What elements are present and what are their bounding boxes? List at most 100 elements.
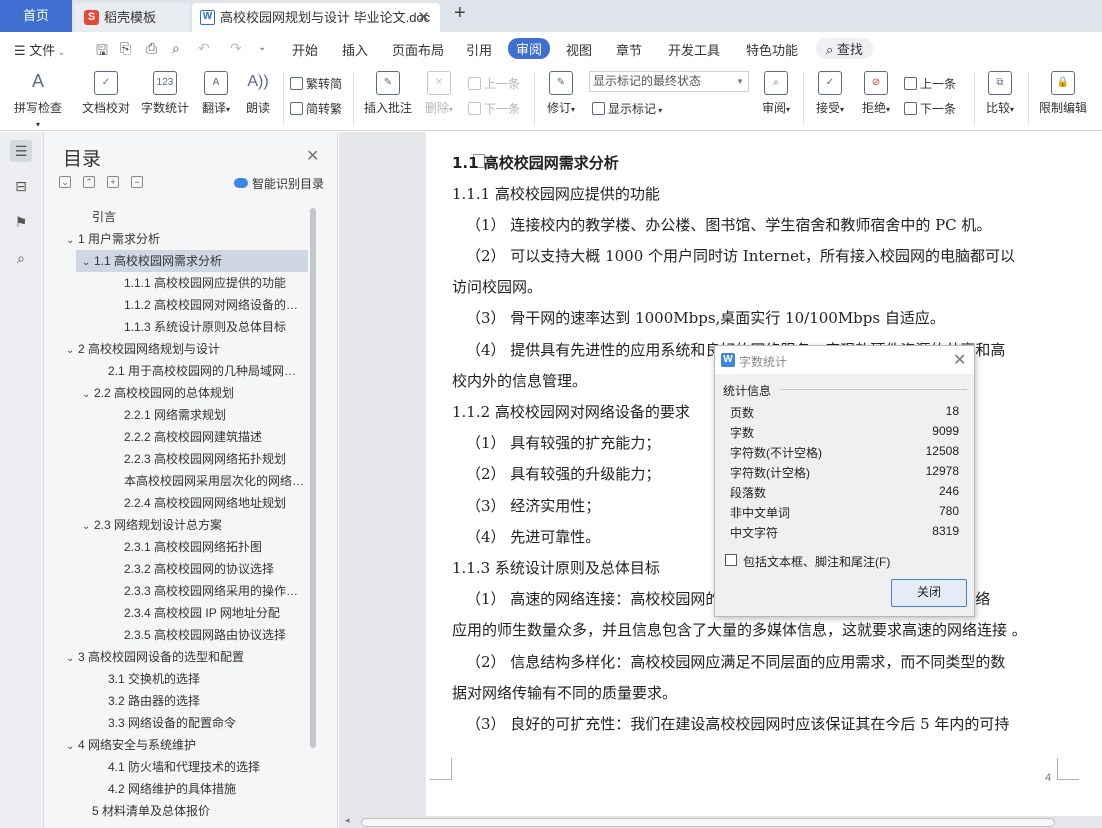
smart-toc-button[interactable]: 智能识别目录	[234, 175, 324, 192]
prev-change-button[interactable]: 上一条	[904, 75, 956, 92]
doc-proof-button[interactable]: ✓ 文档校对	[80, 71, 132, 116]
scrollbar-thumb[interactable]	[361, 818, 1055, 827]
tab-home[interactable]: 首页	[0, 0, 72, 32]
read-aloud-button[interactable]: A)) 朗读	[243, 71, 273, 116]
file-menu[interactable]: ☰ 文件 ⌄	[14, 40, 65, 59]
tab-template[interactable]: S 稻壳模板	[74, 3, 190, 32]
toc-item[interactable]: 1.1.2 高校校园网对网络设备的要求	[44, 294, 308, 316]
tab-close-icon[interactable]: ✕	[417, 3, 430, 32]
menu-start[interactable]: 开始	[292, 40, 318, 59]
menu-page-layout[interactable]: 页面布局	[392, 40, 444, 59]
toc-item[interactable]: ⌄ 2.2 高校校园网的总体规划	[44, 382, 308, 404]
collapse-icon[interactable]: ⌄	[59, 176, 71, 188]
markup-mode-select[interactable]: 显示标记的最终状态 ▼	[589, 71, 749, 92]
simp-to-trad-button[interactable]: 简转繁	[290, 100, 342, 117]
insert-comment-button[interactable]: ✎ 插入批注	[362, 71, 414, 116]
toc-item[interactable]: 2.2.3 高校校园网网络拓扑规划	[44, 448, 308, 470]
search-icon[interactable]: ⌕	[10, 247, 32, 269]
toc-item[interactable]: ⌄ 1 用户需求分析	[44, 228, 308, 250]
toc-item[interactable]: 2.2.4 高校校园网网络地址规划	[44, 492, 308, 514]
dialog-titlebar[interactable]: W 字数统计 ✕	[715, 346, 974, 374]
bookmark-icon[interactable]: ⚑	[10, 211, 32, 233]
add-heading-icon[interactable]: +	[107, 176, 119, 188]
menu-insert[interactable]: 插入	[342, 40, 368, 59]
toc-item[interactable]: 引言	[44, 206, 308, 228]
toc-panel-icon[interactable]: ☰	[10, 140, 32, 162]
menu-review[interactable]: 审阅	[508, 38, 551, 59]
next-change-button[interactable]: 下一条	[904, 100, 956, 117]
chevron-down-icon[interactable]: ⌄	[82, 516, 94, 536]
redo-icon[interactable]: ↷	[230, 40, 242, 57]
translate-button[interactable]: A 翻译▾	[198, 71, 234, 116]
toc-item[interactable]: 1.1.3 系统设计原则及总体目标	[44, 316, 308, 338]
stat-value: 780	[938, 504, 959, 518]
restrict-edit-button[interactable]: 🔒 限制编辑	[1036, 71, 1090, 116]
customize-dropdown-icon[interactable]: ⌄	[258, 42, 266, 53]
next-comment-button[interactable]: 下一条	[468, 100, 520, 117]
save-icon[interactable]: 🖫	[96, 40, 108, 64]
toc-item[interactable]: 3.1 交换机的选择	[44, 668, 308, 690]
scroll-left-icon[interactable]: ◂	[345, 815, 350, 826]
remove-heading-icon[interactable]: −	[131, 176, 143, 188]
chevron-down-icon[interactable]: ⌄	[66, 230, 78, 250]
toc-item[interactable]: 3.3 网络设备的配置命令	[44, 712, 308, 734]
new-tab-button[interactable]: +	[454, 2, 466, 25]
chevron-down-icon[interactable]: ⌄	[66, 340, 78, 360]
toc-item[interactable]: 本高校校园网采用层次化的网络拓扑结构	[44, 470, 308, 492]
export-pdf-icon[interactable]: ⎘	[120, 40, 131, 57]
include-notes-checkbox[interactable]	[725, 554, 737, 566]
tab-document[interactable]: W 高校校园网规划与设计 毕业论文.doc ✕	[192, 3, 440, 32]
word-count-button[interactable]: 123 字数统计	[140, 71, 190, 116]
horizontal-scrollbar[interactable]: ◂	[339, 815, 1102, 828]
close-icon[interactable]: ✕	[953, 350, 966, 370]
accept-button[interactable]: ✓ 接受▾	[812, 71, 848, 116]
undo-icon[interactable]: ↶	[198, 40, 210, 57]
stat-label: 字数	[730, 426, 755, 440]
print-preview-icon[interactable]: ⌕	[172, 40, 180, 57]
toc-item[interactable]: 3.2 路由器的选择	[44, 690, 308, 712]
toc-item[interactable]: ⌄ 2.3 网络规划设计总方案	[44, 514, 308, 536]
search-box[interactable]: ⌕ 查找	[816, 38, 873, 59]
compare-button[interactable]: ⧉ 比较▾	[982, 71, 1018, 116]
toc-item[interactable]: 2.2.1 网络需求规划	[44, 404, 308, 426]
toc-item[interactable]: 2.2.2 高校校园网建筑描述	[44, 426, 308, 448]
toc-item[interactable]: 4.2 网络维护的具体措施	[44, 778, 308, 800]
reject-button[interactable]: ⊘ 拒绝▾	[858, 71, 894, 116]
print-icon[interactable]: ⎙	[146, 40, 157, 57]
toc-item[interactable]: ⌄ 2 高校校园网络规划与设计	[44, 338, 308, 360]
menu-features[interactable]: 特色功能	[746, 40, 798, 59]
chevron-down-icon[interactable]: ⌄	[66, 736, 78, 756]
chevron-down-icon[interactable]: ⌄	[66, 648, 78, 668]
toc-item[interactable]: 2.3.1 高校校园网络拓扑图	[44, 536, 308, 558]
toc-item[interactable]: ⌄ 3 高校校园网设备的选型和配置	[44, 646, 308, 668]
menu-developer[interactable]: 开发工具	[668, 40, 720, 59]
review-pane-button[interactable]: ⌕ 审阅▾	[758, 71, 794, 116]
prev-comment-button[interactable]: 上一条	[468, 75, 520, 92]
show-markup-button[interactable]: 显示标记 ▾	[592, 100, 662, 117]
toc-item[interactable]: 2.3.2 高校校园网的协议选择	[44, 558, 308, 580]
toc-scrollbar[interactable]	[310, 208, 316, 748]
toc-item[interactable]: ⌄ 1.1 高校校园网需求分析	[76, 250, 308, 272]
close-button[interactable]: 关闭	[891, 579, 967, 607]
menu-references[interactable]: 引用	[466, 40, 492, 59]
chevron-down-icon[interactable]: ⌄	[82, 384, 94, 404]
expand-icon[interactable]: ⌃	[83, 176, 95, 188]
toc-item[interactable]: 5 材料清单及总体报价	[44, 800, 308, 822]
toc-item[interactable]: 4.1 防火墙和代理技术的选择	[44, 756, 308, 778]
menu-view[interactable]: 视图	[566, 40, 592, 59]
chapter-nav-icon[interactable]: ⊟	[10, 175, 32, 197]
chevron-down-icon[interactable]: ⌄	[82, 252, 94, 272]
include-notes-label[interactable]: 包括文本框、脚注和尾注(F)	[743, 553, 890, 570]
delete-comment-button[interactable]: ✕ 删除▾	[422, 71, 456, 116]
menu-chapter[interactable]: 章节	[616, 40, 642, 59]
toc-item[interactable]: 2.3.5 高校校园网路由协议选择	[44, 624, 308, 646]
spellcheck-button[interactable]: A 拼写检查 ▾	[12, 71, 64, 130]
toc-item[interactable]: 1.1.1 高校校园网应提供的功能	[44, 272, 308, 294]
toc-item[interactable]: ⌄ 4 网络安全与系统维护	[44, 734, 308, 756]
track-changes-button[interactable]: ✎ 修订▾	[541, 71, 581, 116]
trad-to-simp-button[interactable]: 繁转简	[290, 75, 342, 92]
toc-item[interactable]: 2.3.3 高校校园网络采用的操作系统	[44, 580, 308, 602]
toc-item[interactable]: 2.1 用于高校校园网的几种局域网技术	[44, 360, 308, 382]
close-icon[interactable]: ✕	[306, 146, 319, 166]
toc-item[interactable]: 2.3.4 高校校园 IP 网地址分配	[44, 602, 308, 624]
